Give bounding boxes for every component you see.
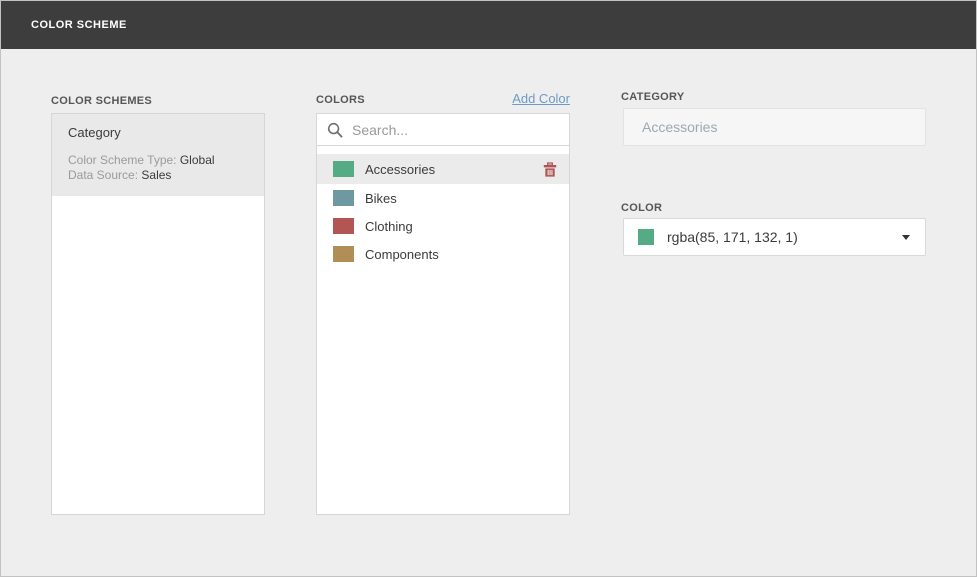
search-box bbox=[317, 114, 569, 146]
color-label: COLOR bbox=[621, 202, 662, 214]
color-list-item[interactable]: Clothing bbox=[317, 212, 569, 240]
delete-color-icon[interactable] bbox=[543, 162, 557, 177]
colors-panel-head: COLORS Add Color bbox=[316, 87, 570, 106]
category-label: CATEGORY bbox=[621, 91, 685, 103]
color-swatch bbox=[333, 246, 354, 262]
scheme-type-row: Color Scheme Type: Global bbox=[68, 153, 248, 168]
selected-color-value: rgba(85, 171, 132, 1) bbox=[667, 229, 798, 245]
colors-label: COLORS bbox=[316, 94, 365, 106]
color-list-item[interactable]: Accessories bbox=[317, 154, 569, 184]
chevron-down-icon bbox=[902, 235, 910, 240]
search-input[interactable] bbox=[350, 113, 569, 146]
scheme-item-category[interactable]: Category Color Scheme Type: Global Data … bbox=[52, 114, 264, 196]
data-source-label: Data Source: bbox=[68, 168, 138, 182]
dialog-header: COLOR SCHEME bbox=[1, 1, 976, 49]
color-item-label: Bikes bbox=[365, 191, 397, 206]
dialog-title: COLOR SCHEME bbox=[1, 19, 127, 31]
color-schemes-list: Category Color Scheme Type: Global Data … bbox=[51, 113, 265, 515]
color-item-label: Clothing bbox=[365, 219, 413, 234]
color-dropdown[interactable]: rgba(85, 171, 132, 1) bbox=[623, 218, 926, 256]
color-item-label: Accessories bbox=[365, 162, 435, 177]
color-scheme-dialog: COLOR SCHEME COLOR SCHEMES Category Colo… bbox=[0, 0, 977, 577]
scheme-type-label: Color Scheme Type: bbox=[68, 153, 177, 167]
color-item-label: Components bbox=[365, 247, 439, 262]
colors-list-panel: Accessories Bikes Clothing Components bbox=[316, 113, 570, 515]
data-source-value: Sales bbox=[141, 168, 171, 182]
scheme-type-value: Global bbox=[180, 153, 215, 167]
color-swatch bbox=[333, 190, 354, 206]
scheme-title: Category bbox=[68, 125, 248, 140]
color-list-item[interactable]: Components bbox=[317, 240, 569, 268]
search-icon bbox=[327, 122, 343, 138]
color-swatch bbox=[333, 218, 354, 234]
color-list-item[interactable]: Bikes bbox=[317, 184, 569, 212]
color-swatch bbox=[333, 161, 354, 177]
category-input bbox=[623, 108, 926, 146]
color-schemes-label: COLOR SCHEMES bbox=[51, 95, 152, 107]
add-color-link[interactable]: Add Color bbox=[512, 91, 570, 106]
selected-color-swatch bbox=[638, 229, 654, 245]
data-source-row: Data Source: Sales bbox=[68, 168, 248, 183]
color-list: Accessories Bikes Clothing Components bbox=[317, 146, 569, 268]
